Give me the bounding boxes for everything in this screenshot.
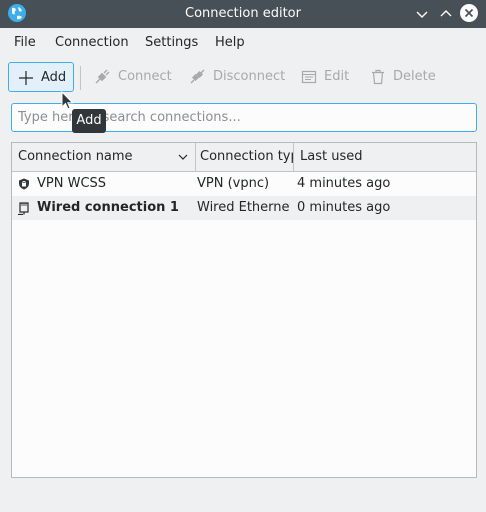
plus-icon bbox=[19, 71, 33, 85]
menu-settings[interactable]: Settings bbox=[145, 28, 198, 58]
connection-type: VPN (vpnc) bbox=[197, 176, 270, 191]
connection-name: VPN WCSS bbox=[37, 176, 107, 191]
add-tooltip: Add bbox=[72, 109, 106, 133]
add-button[interactable]: Add bbox=[8, 62, 74, 92]
connect-button[interactable]: Connect bbox=[94, 62, 174, 92]
disconnect-button[interactable]: Disconnect bbox=[189, 62, 285, 92]
menu-connection[interactable]: Connection bbox=[55, 28, 129, 58]
menu-file[interactable]: File bbox=[14, 28, 36, 58]
table-header: Connection name Connection type Last use… bbox=[12, 143, 476, 172]
edit-icon bbox=[301, 70, 317, 84]
menu-bar: File Connection Settings Help bbox=[0, 28, 486, 58]
edit-label: Edit bbox=[324, 69, 350, 84]
menu-help[interactable]: Help bbox=[215, 28, 245, 58]
trash-icon bbox=[372, 69, 384, 85]
column-header-last-used-label: Last used bbox=[300, 149, 363, 164]
minimize-icon[interactable] bbox=[412, 4, 432, 24]
title-bar[interactable]: Connection editor bbox=[0, 0, 486, 28]
connect-label: Connect bbox=[118, 69, 172, 84]
edit-button[interactable]: Edit bbox=[301, 62, 357, 92]
connection-last-used: 4 minutes ago bbox=[297, 176, 391, 191]
plug-icon bbox=[95, 69, 110, 84]
delete-label: Delete bbox=[393, 69, 436, 84]
column-header-name-label: Connection name bbox=[18, 149, 133, 164]
mouse-cursor-icon bbox=[61, 91, 74, 110]
add-label: Add bbox=[41, 70, 67, 85]
table-row[interactable]: Wired connection 1 Wired Ethernet 0 minu… bbox=[12, 196, 476, 220]
ethernet-icon bbox=[18, 202, 29, 215]
column-header-type[interactable]: Connection type bbox=[196, 143, 294, 171]
disconnect-label: Disconnect bbox=[213, 69, 286, 84]
unplug-icon bbox=[190, 69, 205, 84]
toolbar-separator bbox=[80, 66, 81, 90]
chevron-down-icon bbox=[178, 154, 188, 160]
column-header-type-label: Connection type bbox=[200, 149, 293, 164]
close-icon[interactable] bbox=[459, 3, 479, 23]
shield-icon bbox=[19, 178, 29, 190]
connection-type: Wired Ethernet bbox=[197, 200, 290, 215]
delete-button[interactable]: Delete bbox=[370, 62, 436, 92]
column-header-name[interactable]: Connection name bbox=[12, 143, 196, 171]
table-row[interactable]: VPN WCSS VPN (vpnc) 4 minutes ago bbox=[12, 172, 476, 196]
connection-name: Wired connection 1 bbox=[37, 200, 179, 215]
connections-table: Connection name Connection type Last use… bbox=[11, 142, 477, 478]
connection-last-used: 0 minutes ago bbox=[297, 200, 391, 215]
column-header-last-used[interactable]: Last used bbox=[294, 143, 476, 171]
maximize-icon[interactable] bbox=[436, 4, 456, 24]
